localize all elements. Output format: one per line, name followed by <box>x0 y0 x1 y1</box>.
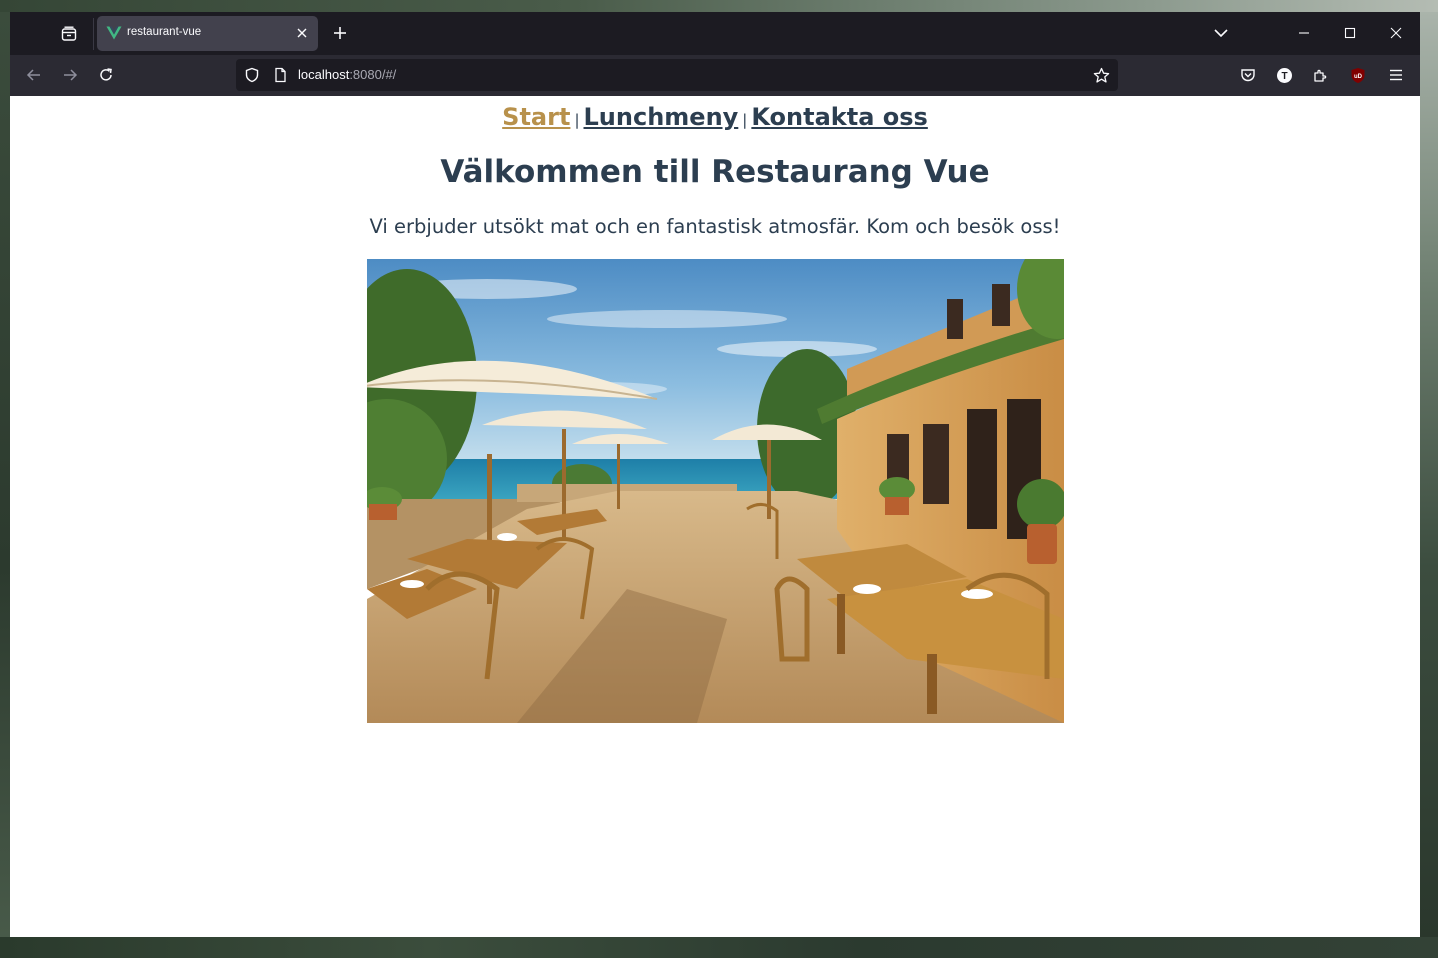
page-lead-text: Vi erbjuder utsökt mat och en fantastisk… <box>369 215 1061 238</box>
close-icon <box>297 28 307 38</box>
window-close-button[interactable] <box>1387 24 1405 42</box>
translate-icon: T <box>1276 67 1292 83</box>
arrow-right-icon <box>64 69 78 81</box>
desktop-background-right <box>1420 12 1438 937</box>
desktop-background-bottom <box>0 937 1438 958</box>
page-info-icon[interactable] <box>272 67 288 83</box>
terrace-illustration <box>367 259 1064 723</box>
ublock-icon: uD <box>1351 67 1365 83</box>
nav-link-lunchmeny[interactable]: Lunchmeny <box>584 103 739 131</box>
window-maximize-button[interactable] <box>1341 24 1359 42</box>
url-host: localhost <box>298 67 350 82</box>
extensions-icon <box>1314 69 1327 82</box>
tracking-protection-shield-icon[interactable] <box>244 67 260 83</box>
hero-image-restaurant-terrace <box>367 259 1064 723</box>
nav-separator: | <box>742 111 748 129</box>
bookmark-star-icon[interactable] <box>1093 67 1110 84</box>
pocket-button[interactable] <box>1238 65 1258 85</box>
new-tab-button[interactable] <box>330 23 350 43</box>
tab-bar: restaurant-vue <box>10 12 1420 55</box>
plus-icon <box>334 27 346 39</box>
url-path: :8080/#/ <box>349 67 397 82</box>
chevron-down-icon <box>1214 29 1228 38</box>
tab-title: restaurant-vue <box>127 26 202 38</box>
navigation-toolbar: localhost:8080/#/ T uD <box>10 55 1420 96</box>
menu-icon <box>1390 69 1402 81</box>
back-button[interactable] <box>24 65 44 85</box>
translate-extension-button[interactable]: T <box>1274 65 1294 85</box>
nav-link-start[interactable]: Start <box>502 103 570 131</box>
page-title: Välkommen till Restaurang Vue <box>440 154 990 190</box>
reload-button[interactable] <box>96 65 116 85</box>
site-navigation: Start | Lunchmeny | Kontakta oss <box>10 103 1420 131</box>
firefox-view-icon <box>61 26 77 41</box>
ublock-origin-button[interactable]: uD <box>1348 65 1368 85</box>
maximize-icon <box>1344 27 1356 39</box>
list-all-tabs-button[interactable] <box>1212 24 1230 42</box>
reload-icon <box>100 68 112 81</box>
firefox-view-button[interactable] <box>58 23 80 45</box>
minimize-icon <box>1299 32 1309 34</box>
extensions-button[interactable] <box>1310 65 1330 85</box>
url-bar[interactable]: localhost:8080/#/ <box>236 59 1118 91</box>
vue-logo-icon <box>106 26 122 40</box>
browser-window: restaurant-vue localhost:8080/#/ T uD St… <box>10 12 1420 937</box>
ublock-badge-text: uD <box>1354 74 1363 80</box>
app-menu-button[interactable] <box>1386 65 1406 85</box>
window-minimize-button[interactable] <box>1295 24 1313 42</box>
url-text[interactable]: localhost:8080/#/ <box>298 67 396 82</box>
arrow-left-icon <box>26 69 40 81</box>
tab-close-button[interactable] <box>295 26 309 40</box>
pocket-icon <box>1241 69 1255 82</box>
translate-badge-text: T <box>1281 71 1287 82</box>
forward-button[interactable] <box>60 65 80 85</box>
tab-separator <box>93 18 94 50</box>
desktop-background-left <box>0 12 10 937</box>
nav-separator: | <box>574 111 580 129</box>
nav-link-kontakta-oss[interactable]: Kontakta oss <box>751 103 927 131</box>
desktop-background-top <box>0 0 1438 12</box>
tab-restaurant-vue[interactable]: restaurant-vue <box>97 16 318 51</box>
close-icon <box>1390 27 1402 39</box>
page-content: Start | Lunchmeny | Kontakta oss Välkommen t… <box>10 96 1420 937</box>
